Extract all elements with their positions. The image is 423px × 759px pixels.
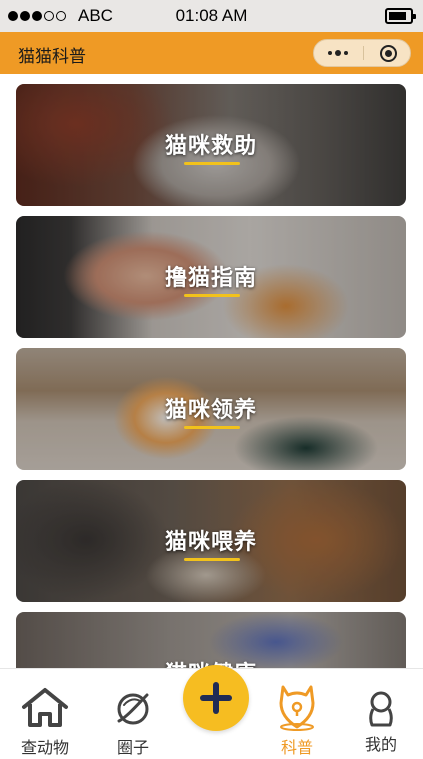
card-underline	[184, 294, 240, 297]
capsule-close-icon[interactable]	[380, 45, 397, 62]
capsule-divider	[363, 46, 364, 60]
add-post-button[interactable]	[183, 665, 249, 731]
card-cat-adoption[interactable]: 猫咪领养	[16, 348, 406, 470]
mini-program-capsule	[313, 39, 411, 67]
tab-label: 查动物	[20, 738, 69, 757]
nav-bar: 猫猫科普	[0, 32, 423, 74]
card-label: 撸猫指南	[164, 265, 257, 291]
card-underline	[184, 558, 240, 561]
card-underline	[184, 426, 240, 429]
tab-find-animals[interactable]: 查动物	[3, 669, 87, 759]
tab-label: 圈子	[116, 738, 149, 757]
card-label: 猫咪领养	[164, 397, 257, 423]
tab-label: 科普	[280, 738, 313, 757]
status-bar: ABC 01:08 AM	[0, 0, 423, 32]
planet-icon	[115, 689, 151, 733]
card-label: 猫咪喂养	[164, 529, 257, 555]
card-petting-guide[interactable]: 撸猫指南	[16, 216, 406, 338]
card-cat-rescue[interactable]: 猫咪救助	[16, 84, 406, 206]
tab-science[interactable]: 科普	[255, 669, 339, 759]
tab-label: 我的	[364, 735, 397, 754]
tab-mine[interactable]: 我的	[339, 669, 423, 759]
tab-circle[interactable]: 圈子	[91, 669, 175, 759]
article-list[interactable]: 猫咪救助 撸猫指南 猫咪领养 猫咪喂养 猫咪健康	[0, 74, 423, 668]
home-icon	[20, 687, 70, 733]
more-dots-icon[interactable]	[314, 40, 362, 66]
person-icon	[367, 691, 395, 733]
cat-pin-icon	[275, 683, 319, 735]
card-cat-health[interactable]: 猫咪健康	[16, 612, 406, 668]
card-underline	[184, 162, 240, 165]
page-title: 猫猫科普	[18, 47, 86, 67]
status-time: 01:08 AM	[175, 6, 248, 25]
tab-bar: 查动物 圈子 科普 我的	[0, 665, 423, 759]
card-label: 猫咪救助	[164, 133, 257, 159]
card-cat-feeding[interactable]: 猫咪喂养	[16, 480, 406, 602]
battery-icon	[385, 8, 416, 24]
